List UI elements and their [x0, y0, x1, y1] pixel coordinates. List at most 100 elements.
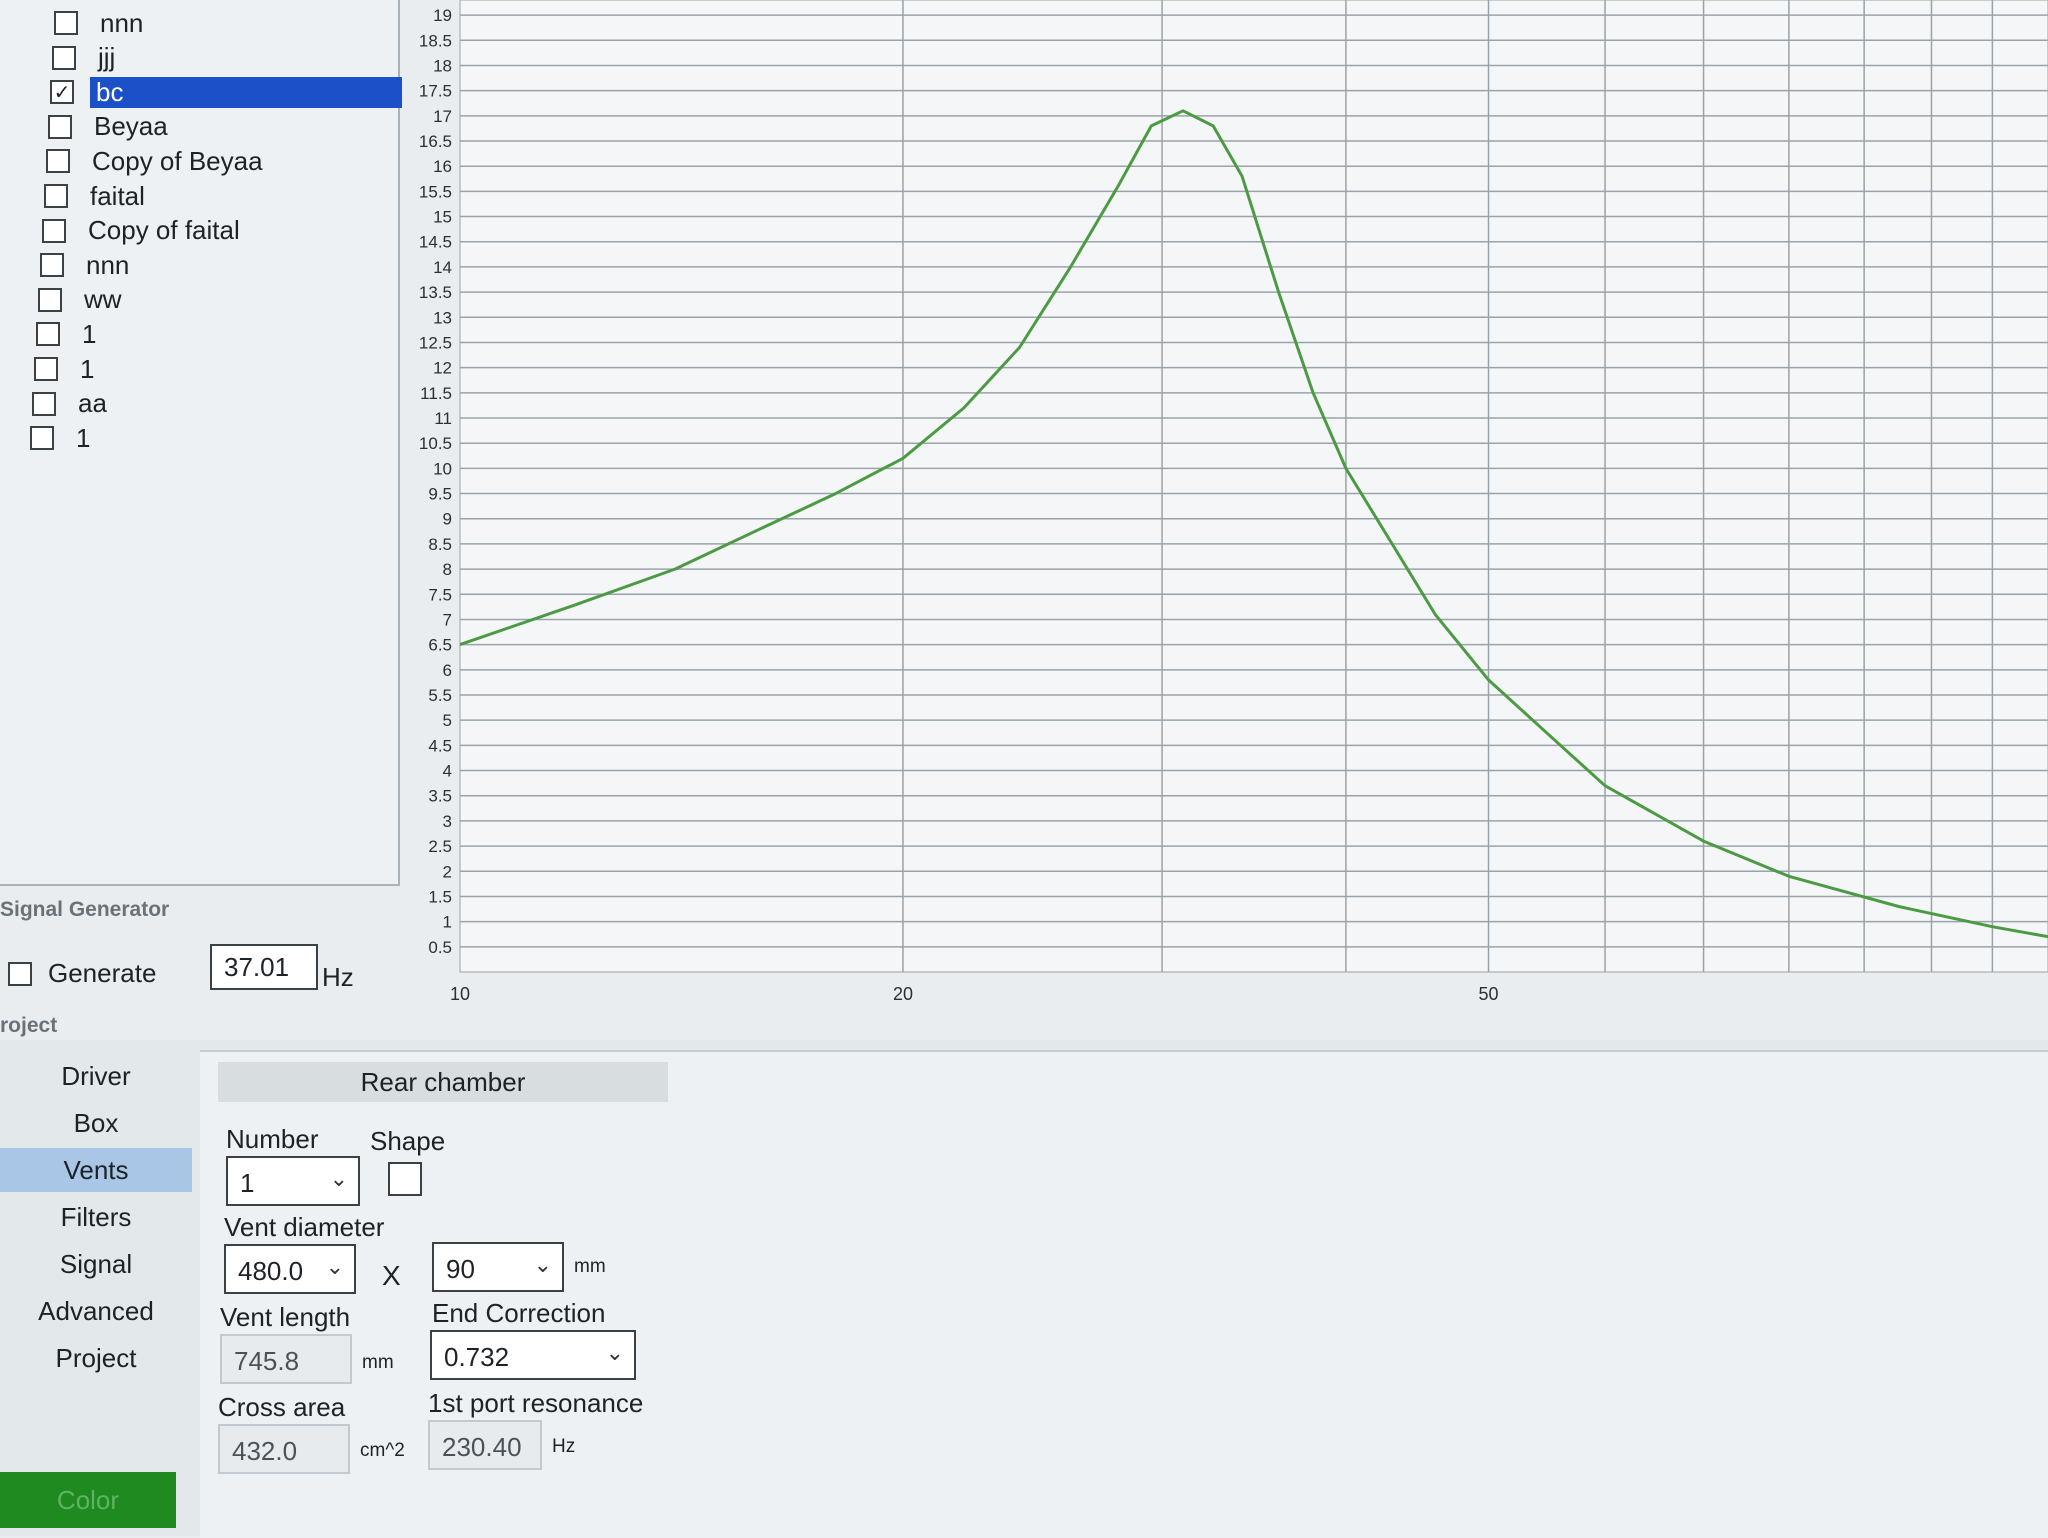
generate-checkbox[interactable]: [8, 961, 32, 986]
y-tick-label: 12.5: [419, 333, 452, 352]
list-item[interactable]: aa: [32, 387, 113, 421]
vent-diameter-select[interactable]: 480.0 ⌄: [224, 1244, 356, 1294]
list-item-checkbox[interactable]: [48, 114, 72, 139]
y-tick-label: 13: [433, 308, 452, 327]
port-resonance-field: 230.40: [428, 1420, 542, 1470]
y-tick-label: 1: [443, 913, 452, 932]
nav-item-advanced[interactable]: Advanced: [0, 1289, 192, 1333]
list-item[interactable]: 1: [34, 352, 100, 386]
nav-item-filters[interactable]: Filters: [0, 1195, 192, 1239]
list-item[interactable]: nnn: [40, 248, 135, 282]
signal-generator-title: Signal Generator: [0, 898, 170, 921]
list-item-checkbox[interactable]: [54, 11, 78, 35]
chevron-down-icon: ⌄: [325, 1254, 344, 1279]
list-item[interactable]: 1: [30, 421, 96, 455]
list-item-checkbox[interactable]: [36, 322, 60, 347]
y-tick-label: 8: [443, 560, 452, 579]
project-panel-title: roject: [0, 1014, 58, 1037]
list-item-checkbox[interactable]: ✓: [50, 80, 74, 105]
list-item-checkbox[interactable]: [44, 184, 68, 208]
list-item[interactable]: ✓ bc: [50, 75, 402, 109]
list-item[interactable]: Copy of faital: [42, 214, 246, 248]
vent-diameter-value: 480.0: [238, 1256, 304, 1286]
list-item-label: jjj: [98, 42, 116, 73]
response-chart: 0.5 1 1.5 2 2.5 3 3.5 4 4.5 5 5.5 6 6.5 7 7.5 8 8.5 9 9.5 1…: [390, 0, 2048, 1010]
y-tick-label: 10.5: [419, 434, 452, 453]
nav-item-driver[interactable]: Driver: [0, 1054, 192, 1098]
times-sign: X: [382, 1260, 401, 1291]
vent-unit: mm: [574, 1256, 606, 1277]
list-item-label: faital: [90, 180, 145, 211]
generate-toggle[interactable]: Generate: [8, 958, 156, 989]
x-tick-label: 20: [893, 984, 913, 1004]
vent-length-unit: mm: [362, 1352, 394, 1373]
y-tick-label: 12: [433, 359, 452, 378]
y-tick-label: 6: [443, 661, 452, 680]
number-select[interactable]: 1 ⌄: [226, 1156, 360, 1206]
list-item-checkbox[interactable]: [32, 391, 56, 416]
list-item-checkbox[interactable]: [34, 357, 58, 381]
list-item-checkbox[interactable]: [40, 253, 64, 278]
y-tick-label: 3.5: [428, 787, 452, 806]
x-tick-label: 50: [1479, 984, 1499, 1004]
list-item[interactable]: Copy of Beyaa: [46, 144, 269, 178]
list-item-checkbox[interactable]: [42, 218, 66, 243]
list-item-label: Beyaa: [94, 111, 168, 142]
list-item[interactable]: faital: [44, 179, 151, 213]
list-item-checkbox[interactable]: [38, 287, 62, 312]
y-tick-label: 11: [434, 409, 452, 428]
nav-item-box[interactable]: Box: [0, 1101, 192, 1145]
chevron-down-icon: ⌄: [533, 1252, 552, 1277]
list-item-label: ww: [84, 284, 122, 315]
list-item-label: aa: [78, 388, 107, 419]
project-list: nnn jjj ✓ bc Beyaa Copy of Beyaa faital Copy of…: [0, 0, 402, 886]
list-item[interactable]: ww: [38, 283, 128, 317]
y-tick-label: 14.5: [419, 233, 452, 252]
list-item[interactable]: nnn: [54, 6, 149, 40]
port-resonance-label: 1st port resonance: [428, 1388, 644, 1418]
list-item-checkbox[interactable]: [46, 149, 70, 174]
list-item[interactable]: jjj: [52, 41, 121, 75]
nav-item-project[interactable]: Project: [0, 1336, 192, 1380]
y-tick-label: 2.5: [428, 837, 452, 856]
y-tick-label: 0.5: [428, 938, 452, 957]
y-tick-label: 13.5: [419, 283, 452, 302]
shape-checkbox[interactable]: [388, 1162, 422, 1196]
nav-item-vents[interactable]: Vents: [0, 1148, 192, 1192]
list-item-label: 1: [76, 422, 91, 453]
y-tick-label: 5.5: [428, 686, 452, 705]
generate-label: Generate: [48, 958, 157, 988]
nav-item-signal[interactable]: Signal: [0, 1242, 192, 1286]
y-tick-label: 9.5: [428, 485, 452, 504]
list-item[interactable]: 1: [36, 317, 102, 351]
list-item-label: 1: [82, 318, 97, 349]
tab-rear-chamber[interactable]: Rear chamber: [218, 1062, 668, 1102]
vent-second-select[interactable]: 90 ⌄: [432, 1242, 564, 1292]
frequency-unit: Hz: [322, 962, 354, 992]
list-item-label: nnn: [86, 249, 130, 280]
list-item[interactable]: Beyaa: [48, 110, 174, 144]
list-item-checkbox[interactable]: [30, 426, 54, 451]
cross-area-field: 432.0: [218, 1424, 350, 1474]
x-tick-label: 10: [450, 984, 470, 1004]
port-resonance-unit: Hz: [552, 1436, 576, 1457]
y-tick-label: 10: [433, 459, 452, 478]
frequency-input[interactable]: 37.01: [210, 944, 318, 990]
end-correction-select[interactable]: 0.732 ⌄: [430, 1330, 636, 1380]
list-item-label: Copy of Beyaa: [92, 145, 263, 176]
list-item-label: 1: [80, 353, 95, 384]
color-button[interactable]: Color: [0, 1472, 176, 1528]
y-tick-label: 8.5: [428, 535, 452, 554]
list-item-checkbox[interactable]: [52, 45, 76, 70]
y-tick-label: 18: [433, 56, 452, 75]
y-tick-label: 7: [443, 610, 452, 629]
vent-length-label: Vent length: [220, 1302, 351, 1332]
end-correction-value: 0.732: [444, 1342, 510, 1372]
y-tick-label: 4: [443, 762, 452, 781]
number-label: Number: [226, 1124, 319, 1154]
y-tick-label: 17: [433, 107, 452, 126]
y-tick-label: 19: [433, 6, 452, 25]
y-tick-label: 6.5: [428, 636, 452, 655]
chevron-down-icon: ⌄: [605, 1340, 624, 1365]
list-item-label: bc: [90, 76, 402, 108]
